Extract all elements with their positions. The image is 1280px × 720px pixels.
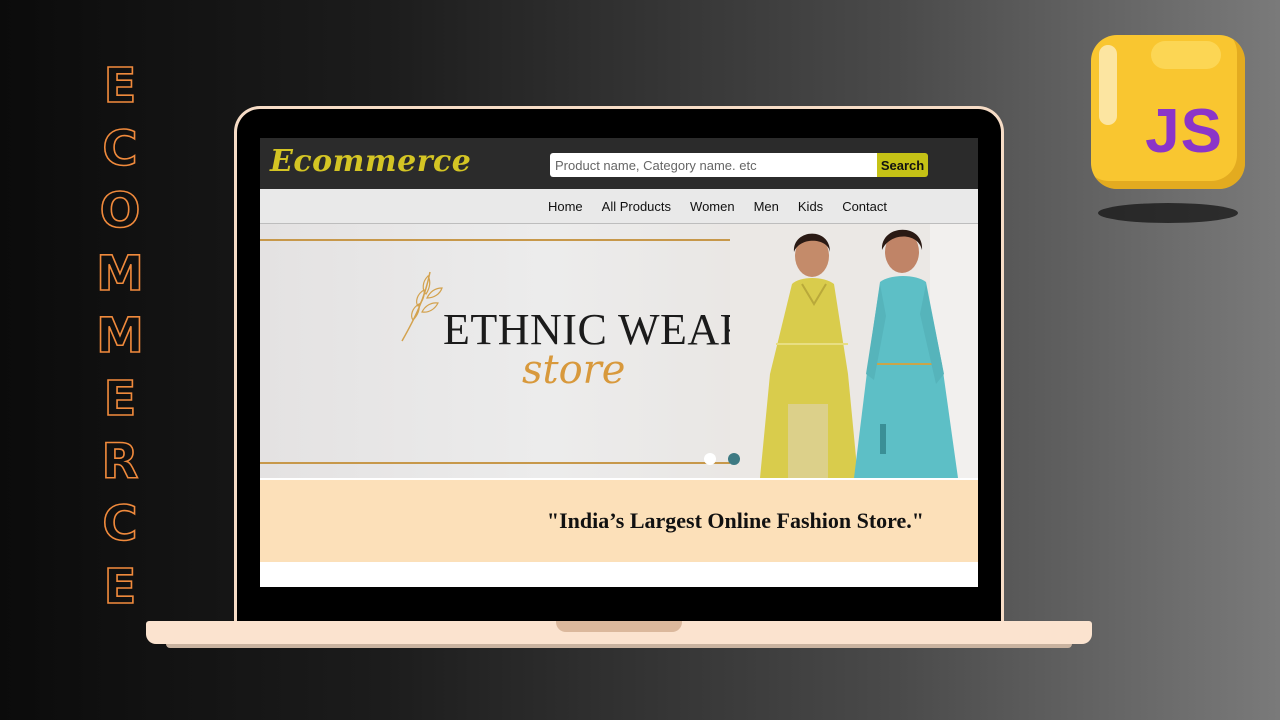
js-label: JS bbox=[1145, 97, 1223, 166]
search-button[interactable]: Search bbox=[877, 153, 928, 177]
ecommerce-vertical-title: E C O M M E R C E bbox=[95, 55, 144, 618]
hero-banner-carousel[interactable]: ETHNIC WEAR store bbox=[260, 224, 978, 478]
badge-shine bbox=[1151, 41, 1221, 69]
search-bar: Search bbox=[550, 153, 928, 177]
nav-women[interactable]: Women bbox=[690, 199, 735, 214]
nav-links: Home All Products Women Men Kids Contact bbox=[548, 189, 887, 223]
nav-bar: Home All Products Women Men Kids Contact bbox=[260, 189, 978, 224]
nav-contact[interactable]: Contact bbox=[842, 199, 887, 214]
models-photo bbox=[730, 224, 978, 478]
nav-kids[interactable]: Kids bbox=[798, 199, 823, 214]
title-letter: C bbox=[102, 495, 139, 553]
laptop-notch bbox=[556, 621, 682, 632]
site-header: Ecommerce Search bbox=[260, 138, 978, 189]
search-input[interactable] bbox=[550, 153, 878, 177]
nav-home[interactable]: Home bbox=[548, 199, 583, 214]
website-screen: Ecommerce Search Home All Products Women… bbox=[260, 138, 978, 587]
javascript-logo-icon: JS bbox=[1091, 35, 1245, 189]
title-letter: E bbox=[103, 558, 137, 616]
title-letter: O bbox=[99, 182, 141, 240]
title-letter: E bbox=[103, 370, 137, 428]
title-letter: R bbox=[101, 433, 140, 491]
badge-shine bbox=[1099, 45, 1117, 125]
carousel-dots bbox=[704, 453, 740, 465]
nav-all-products[interactable]: All Products bbox=[602, 199, 671, 214]
hero-subtitle: store bbox=[522, 347, 626, 393]
hero-title: ETHNIC WEAR bbox=[443, 305, 750, 354]
title-letter: M bbox=[95, 245, 144, 303]
title-letter: M bbox=[95, 308, 144, 366]
badge-shadow bbox=[1098, 203, 1238, 223]
carousel-dot-active[interactable] bbox=[704, 453, 716, 465]
carousel-dot[interactable] bbox=[728, 453, 740, 465]
title-letter: E bbox=[103, 57, 137, 115]
tagline-section: "India’s Largest Online Fashion Store." bbox=[260, 480, 978, 562]
title-letter: C bbox=[102, 120, 139, 178]
tagline-text: "India’s Largest Online Fashion Store." bbox=[546, 508, 924, 533]
site-logo[interactable]: Ecommerce bbox=[270, 144, 471, 179]
nav-men[interactable]: Men bbox=[754, 199, 779, 214]
laptop-base-shadow bbox=[166, 644, 1072, 648]
